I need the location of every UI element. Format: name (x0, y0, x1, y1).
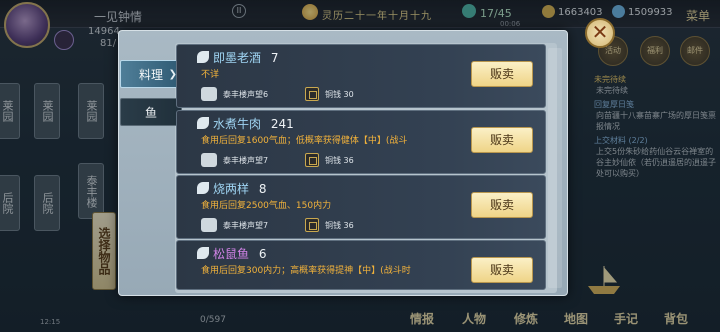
coin-icon (305, 153, 319, 167)
item-name: 松鼠鱼 6 (213, 247, 267, 261)
sell-button[interactable]: 贩卖 (471, 61, 533, 87)
scrollbar[interactable] (548, 48, 562, 288)
building-icon (201, 153, 217, 167)
item-name: 即墨老酒 7 (213, 51, 279, 65)
item-name: 烧两样 8 (213, 182, 267, 196)
tab-label: 鱼 (144, 106, 157, 120)
item-price: 铜钱 36 (325, 156, 354, 165)
item-desc: 食用后回复2500气血、150内力 (201, 201, 332, 211)
leaf-icon (197, 247, 209, 259)
leaf-icon (197, 51, 209, 63)
list-item[interactable]: 松鼠鱼 6 食用后回复300内力；高概率获得提神【中】(战斗时 贩卖 (176, 240, 546, 290)
item-reputation: 泰丰楼声望7 (223, 156, 269, 165)
item-desc: 不详 (201, 70, 220, 80)
sell-button[interactable]: 贩卖 (471, 257, 533, 283)
tab-fish[interactable]: 鱼 (120, 98, 182, 126)
item-desc: 食用后回复300内力；高概率获得提神【中】(战斗时 (201, 266, 411, 276)
close-icon[interactable]: ✕ (585, 18, 615, 48)
building-icon (201, 87, 217, 101)
coin-icon (305, 218, 319, 232)
list-item[interactable]: 烧两样 8 食用后回复2500气血、150内力 泰丰楼声望7 铜钱 36 贩卖 (176, 175, 546, 239)
item-price: 铜钱 30 (325, 90, 354, 99)
item-price: 铜钱 36 (325, 221, 354, 230)
item-reputation: 泰丰楼声望7 (223, 221, 269, 230)
item-reputation: 泰丰楼声望6 (223, 90, 269, 99)
list-item[interactable]: 即墨老酒 7 不详 泰丰楼声望6 铜钱 30 贩卖 (176, 44, 546, 108)
tab-label: 料理 (138, 68, 163, 82)
item-name: 水煮牛肉 241 (213, 117, 294, 131)
leaf-icon (197, 117, 209, 129)
item-desc: 食用后回复1600气血；低概率获得健体【中】(战斗 (201, 136, 408, 146)
leaf-icon (197, 182, 209, 194)
tab-cooking[interactable]: 料理 ❯ (120, 60, 182, 88)
building-icon (201, 218, 217, 232)
sell-button[interactable]: 贩卖 (471, 127, 533, 153)
list-item[interactable]: 水煮牛肉 241 食用后回复1600气血；低概率获得健体【中】(战斗 泰丰楼声望… (176, 110, 546, 174)
coin-icon (305, 87, 319, 101)
sell-button[interactable]: 贩卖 (471, 192, 533, 218)
